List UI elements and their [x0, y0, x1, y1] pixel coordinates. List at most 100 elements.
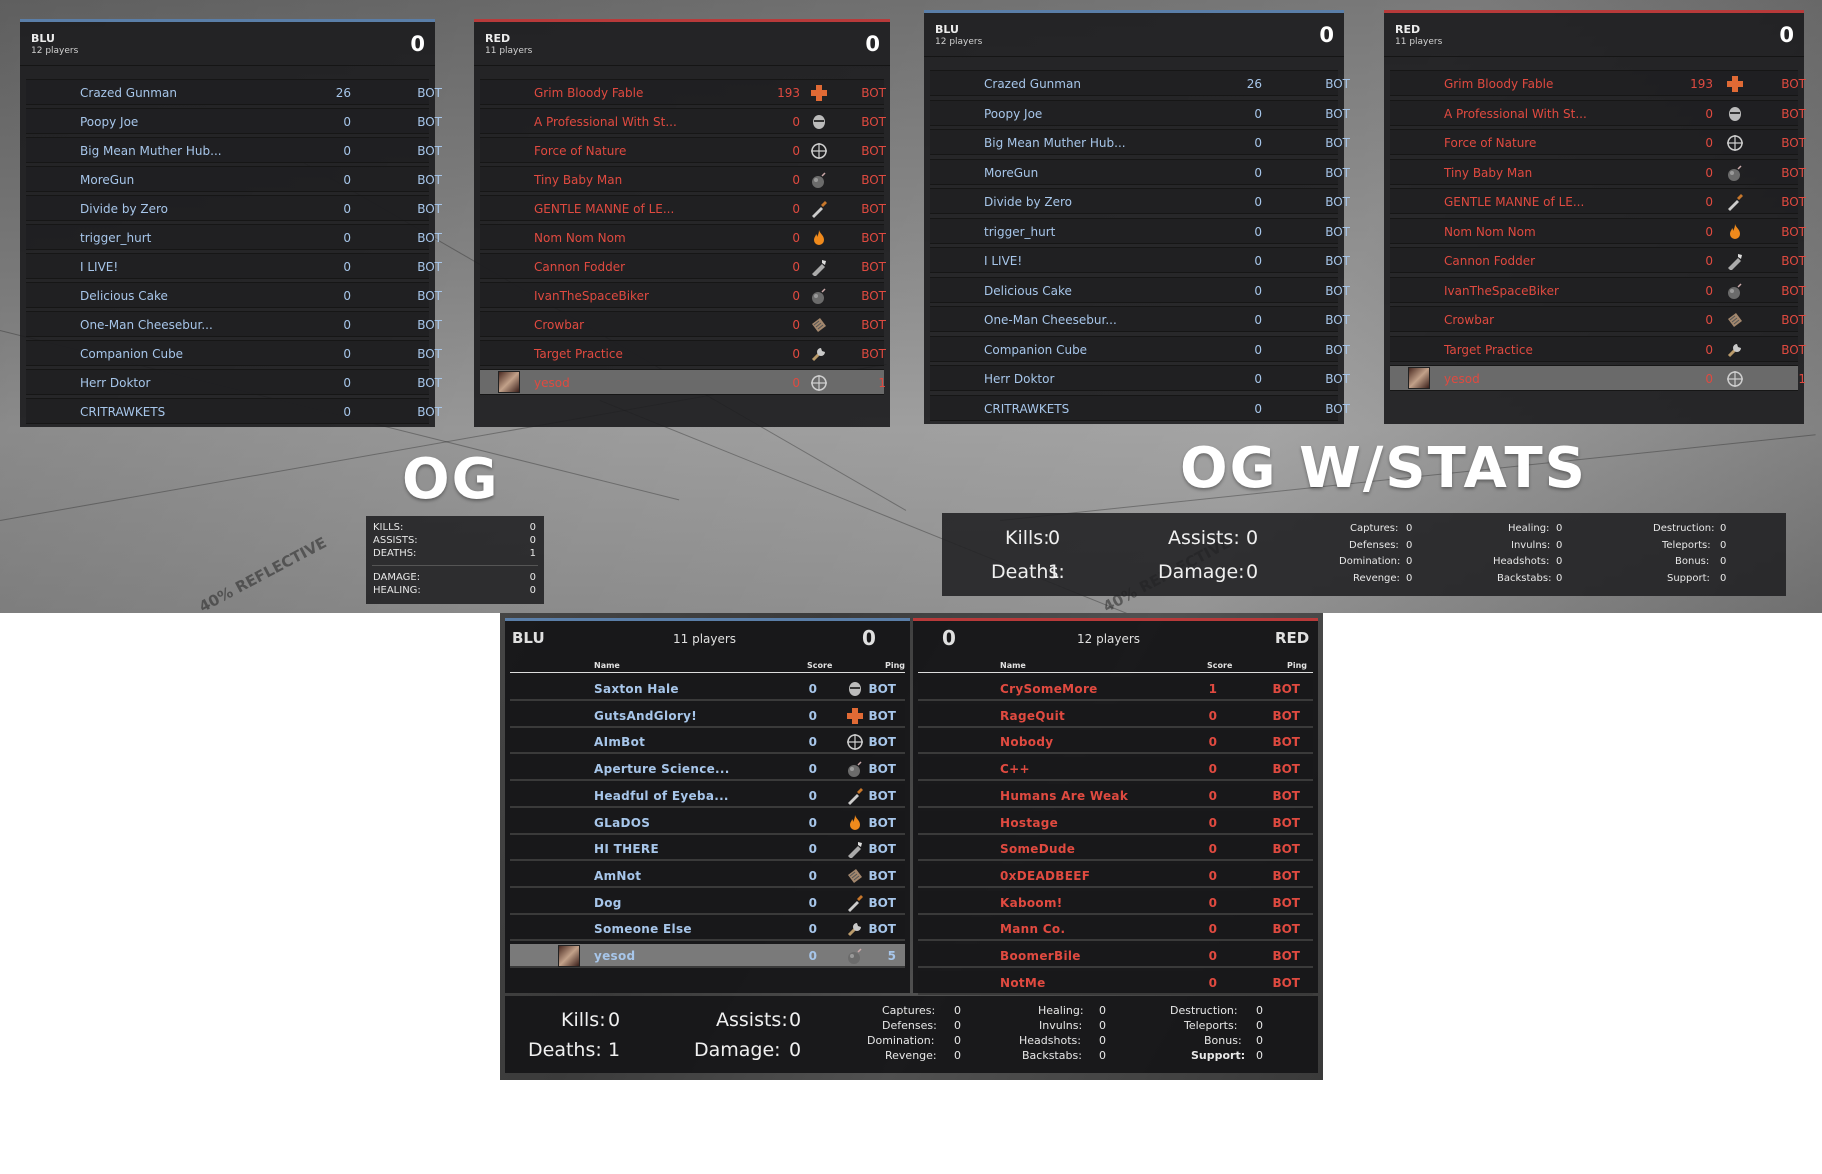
assists-label: Assists:	[1168, 527, 1240, 549]
header-divider	[918, 672, 1313, 673]
assists-label: ASSISTS:	[373, 535, 418, 546]
player-row: C++ 0 BOT	[918, 757, 1313, 782]
player-name: Force of Nature	[1444, 136, 1537, 150]
column-score: Score	[1207, 661, 1233, 670]
revenge-value: 0	[1406, 573, 1413, 584]
team-score: 0	[410, 32, 425, 56]
team-score: 0	[862, 626, 876, 650]
player-ping: BOT	[868, 788, 896, 803]
domination-label: Domination:	[867, 1034, 935, 1047]
player-row: trigger_hurt 0 BOT	[26, 224, 442, 250]
player-score: 0	[1208, 788, 1217, 803]
player-ping: BOT	[1781, 77, 1806, 91]
new-stats-summary: Kills: 0 Deaths: 1 Assists: 0 Damage: 0 …	[505, 996, 1318, 1073]
deaths-value: 1	[1048, 561, 1061, 583]
player-name: Poopy Joe	[984, 106, 1043, 121]
og-stats-red-scoreboard: RED 11 players 0 Grim Bloody Fable 193 BOT…	[1384, 10, 1806, 424]
player-score: 0	[792, 318, 800, 332]
player-row-self: yesod 0 1	[1390, 365, 1806, 391]
deaths-value: 1	[529, 548, 536, 559]
player-score: 0	[343, 173, 351, 187]
player-count: 11 players	[1395, 37, 1443, 47]
player-name: Divide by Zero	[80, 202, 168, 216]
headshots-value: 0	[1556, 556, 1563, 567]
og-blu-scoreboard: BLU 12 players 0 Crazed Gunman 26 BOT Poopy…	[20, 19, 442, 427]
player-count: 12 players	[935, 37, 983, 47]
support-value: 0	[1256, 1049, 1263, 1062]
player-score: 0	[808, 682, 817, 696]
team-name: BLU	[935, 23, 959, 36]
player-ping: BOT	[1272, 922, 1300, 937]
damage-label: DAMAGE:	[373, 572, 421, 583]
og-title: OG	[402, 447, 500, 512]
bomb-icon	[810, 287, 828, 305]
player-ping: BOT	[1781, 224, 1806, 239]
player-row: Target Practice 0 BOT	[1390, 335, 1806, 362]
player-name: Cannon Fodder	[534, 260, 626, 274]
player-ping: BOT	[1325, 136, 1350, 150]
player-score: 0	[1254, 165, 1262, 180]
player-row: Herr Doktor 0 BOT	[26, 369, 442, 395]
spy-mask-icon	[810, 113, 828, 131]
player-name: Someone Else	[594, 922, 692, 937]
column-ping: Ping	[885, 661, 906, 670]
player-ping: BOT	[1325, 401, 1350, 416]
player-row: GutsAndGlory! 0 BOT	[510, 703, 905, 728]
player-name: CrySomeMore	[1000, 682, 1098, 696]
player-ping: BOT	[861, 260, 886, 274]
kills-label: Kills:	[561, 1009, 606, 1031]
player-row: Divide by Zero 0 BOT	[26, 195, 442, 221]
crosshair-icon	[810, 142, 828, 160]
player-name: Mann Co.	[1000, 922, 1066, 937]
player-name: Headful of Eyeba...	[594, 788, 729, 803]
domination-value: 0	[1406, 556, 1413, 567]
revenge-value: 0	[954, 1049, 961, 1062]
player-score: 193	[777, 86, 800, 100]
player-name: GENTLE MANNE of LE...	[534, 202, 675, 216]
player-row: Force of Nature 0 BOT	[480, 137, 886, 163]
player-row: Big Mean Muther Hub... 0 BOT	[930, 129, 1350, 155]
player-score: 0	[808, 868, 817, 883]
player-row: Tiny Baby Man 0 BOT	[1390, 158, 1806, 185]
player-ping: BOT	[417, 260, 442, 274]
player-row: A Professional With St... 0 BOT	[480, 108, 886, 134]
player-row: 0xDEADBEEF 0 BOT	[918, 863, 1313, 888]
player-name: GutsAndGlory!	[594, 708, 698, 723]
player-name: I LIVE!	[984, 254, 1023, 268]
headshots-label: Headshots:	[1019, 1034, 1081, 1047]
destruction-value: 0	[1256, 1004, 1263, 1017]
player-ping: BOT	[868, 868, 896, 883]
player-row: RageQuit 0 BOT	[918, 703, 1313, 728]
bomb-icon	[1726, 164, 1744, 182]
player-score: 0	[792, 202, 800, 216]
teleports-value: 0	[1720, 540, 1727, 551]
avatar	[1408, 367, 1430, 389]
player-row: AmNot 0 BOT	[510, 863, 905, 888]
healing-value: 0	[1556, 523, 1563, 534]
player-ping: BOT	[1781, 165, 1806, 180]
player-ping: BOT	[417, 347, 442, 361]
support-value: 0	[1720, 573, 1727, 584]
player-name: C++	[1000, 762, 1030, 777]
player-row: Crazed Gunman 26 BOT	[930, 70, 1350, 96]
healing-label: Healing:	[1038, 1004, 1084, 1017]
player-name: Tiny Baby Man	[534, 173, 623, 187]
teleports-label: Teleports:	[1662, 540, 1711, 551]
teleports-label: Teleports:	[1184, 1019, 1238, 1032]
player-row: Herr Doktor 0 BOT	[930, 365, 1350, 391]
player-row: HI THERE 0 BOT	[510, 837, 905, 862]
domination-label: Domination:	[1339, 556, 1401, 567]
player-ping: BOT	[861, 86, 886, 100]
captures-value: 0	[1406, 523, 1413, 534]
player-score: 0	[343, 115, 351, 129]
player-row: Delicious Cake 0 BOT	[930, 276, 1350, 303]
syringe-icon	[810, 200, 828, 218]
deaths-label: Deaths:	[528, 1039, 602, 1061]
player-name: Big Mean Muther Hub...	[984, 136, 1126, 150]
player-ping: BOT	[1781, 313, 1806, 327]
player-name: Force of Nature	[534, 144, 627, 158]
player-row: Cannon Fodder 0 BOT	[480, 253, 886, 279]
player-score: 0	[343, 202, 351, 216]
player-row: Poopy Joe 0 BOT	[930, 99, 1350, 126]
player-ping: BOT	[1781, 106, 1806, 121]
